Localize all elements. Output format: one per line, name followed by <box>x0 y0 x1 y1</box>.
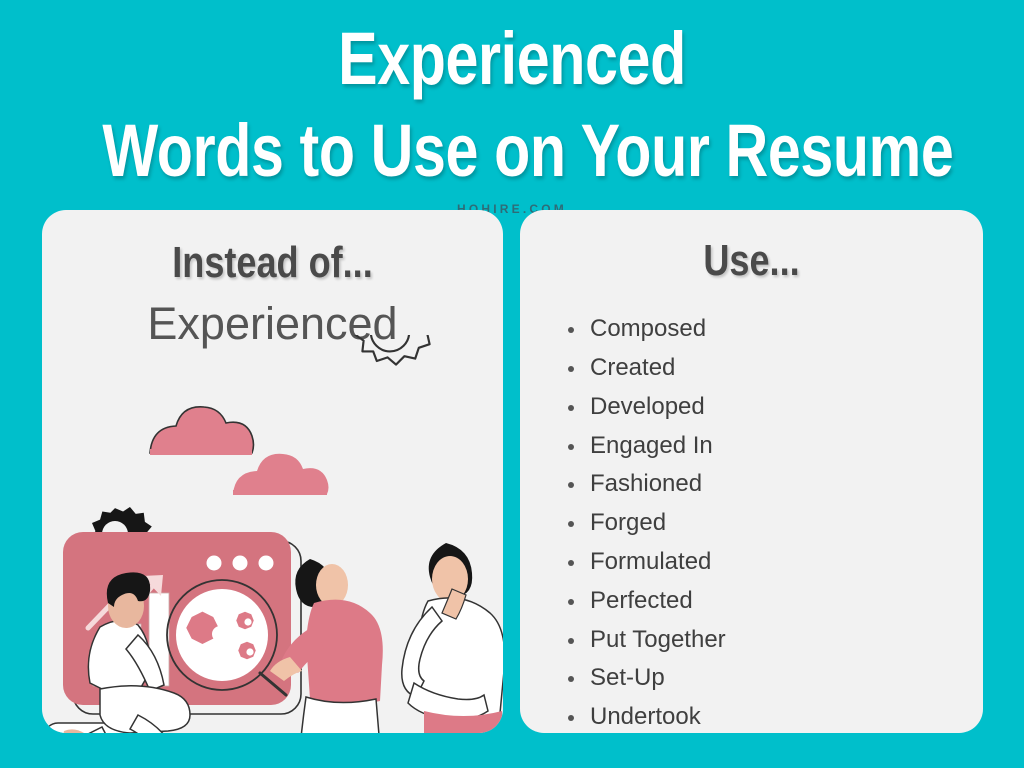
person-thinking <box>401 543 503 733</box>
list-item: Formulated <box>566 543 983 582</box>
list-item: Put Together <box>566 621 983 660</box>
list-item: Set-Up <box>566 659 983 698</box>
list-item: Perfected <box>566 582 983 621</box>
list-item: Forged <box>566 504 983 543</box>
instead-of-heading: Instead of... <box>172 238 373 287</box>
instead-of-card: Instead of... Experienced <box>42 210 503 733</box>
teamwork-analytics-illustration <box>43 335 503 733</box>
use-heading: Use... <box>703 236 800 285</box>
use-card: Use... Composed Created Developed Engaged I… <box>520 210 983 733</box>
list-item: Engaged In <box>566 427 983 466</box>
list-item: Undertook <box>566 698 983 733</box>
page-header: Experienced Words to Use on Your Resume … <box>0 0 1024 217</box>
cloud-icon-upper <box>149 406 255 455</box>
page-title-main: Experienced <box>338 17 686 100</box>
list-item: Developed <box>566 388 983 427</box>
cloud-icon-lower <box>233 453 329 495</box>
list-item: Fashioned <box>566 465 983 504</box>
list-item: Created <box>566 349 983 388</box>
list-item: Composed <box>566 310 983 349</box>
gear-icon-outline <box>354 335 431 366</box>
window-dots <box>206 555 274 571</box>
page-title-subtitle: Words to Use on Your Resume <box>102 109 954 192</box>
suggested-words-list: Composed Created Developed Engaged In Fashio… <box>566 310 983 733</box>
